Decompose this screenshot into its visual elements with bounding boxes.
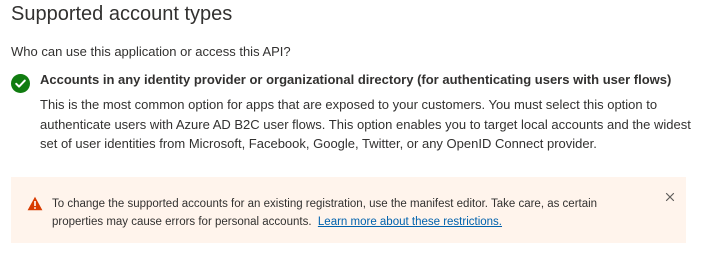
learn-more-link[interactable]: Learn more about these restrictions. xyxy=(318,216,502,228)
warning-message-bar: To change the supported accounts for an … xyxy=(11,177,686,243)
warning-text: To change the supported accounts for an … xyxy=(52,195,647,231)
account-type-title: Accounts in any identity provider or org… xyxy=(40,72,672,87)
section-title: Supported account types xyxy=(11,3,233,25)
warning-icon xyxy=(27,196,43,211)
close-icon[interactable] xyxy=(663,190,677,204)
account-question: Who can use this application or access t… xyxy=(11,44,291,59)
account-type-description: This is the most common option for apps … xyxy=(40,97,691,151)
checkmark-circle-icon xyxy=(11,74,30,93)
